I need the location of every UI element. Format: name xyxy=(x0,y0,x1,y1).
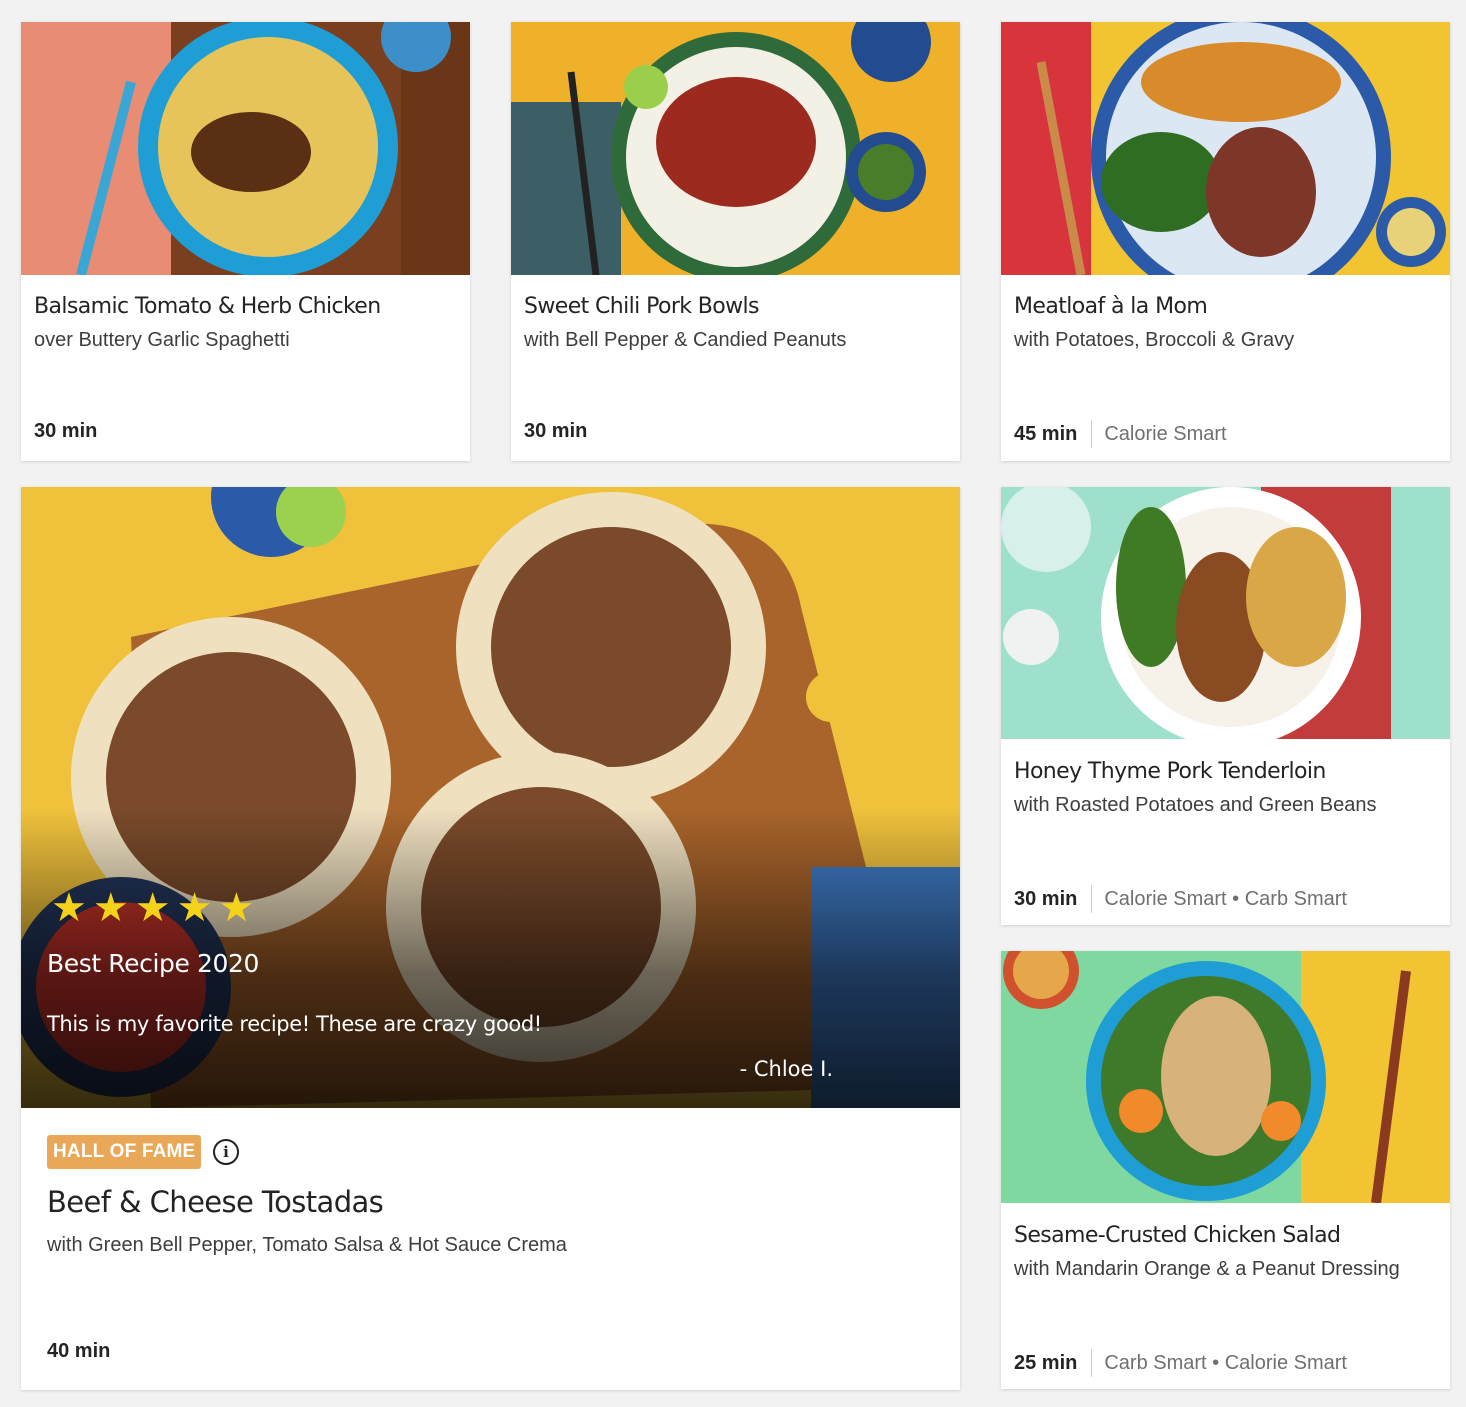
info-icon[interactable]: i xyxy=(213,1139,239,1165)
recipe-image[interactable] xyxy=(1001,22,1450,275)
diet-tags: Calorie Smart xyxy=(1104,422,1227,445)
recipe-image[interactable] xyxy=(1001,951,1450,1203)
cook-time: 25 min xyxy=(1014,1351,1078,1374)
diet-tags: Carb Smart • Calorie Smart xyxy=(1104,1351,1347,1374)
diet-tags: Calorie Smart • Carb Smart xyxy=(1104,887,1347,910)
recipe-title: Meatloaf à la Mom xyxy=(1014,294,1208,319)
recipe-meta: 30 min Calorie Smart • Carb Smart xyxy=(1014,885,1440,913)
review-author: - Chloe I. xyxy=(739,1057,833,1081)
recipe-title: Honey Thyme Pork Tenderloin xyxy=(1014,759,1326,784)
recipe-meta: 30 min xyxy=(34,420,460,443)
recipe-subtitle: with Mandarin Orange & a Peanut Dressing xyxy=(1014,1258,1400,1280)
recipe-title: Balsamic Tomato & Herb Chicken xyxy=(34,294,381,319)
recipe-card[interactable]: Sweet Chili Pork Bowls with Bell Pepper … xyxy=(511,22,960,461)
recipe-image[interactable] xyxy=(511,22,960,275)
recipe-card[interactable]: Sesame-Crusted Chicken Salad with Mandar… xyxy=(1001,951,1450,1389)
cook-time: 45 min xyxy=(1014,422,1078,445)
review-quote: This is my favorite recipe! These are cr… xyxy=(47,1012,542,1036)
recipe-subtitle: with Green Bell Pepper, Tomato Salsa & H… xyxy=(47,1234,567,1256)
cook-time: 30 min xyxy=(524,420,588,442)
star-icon: ★ xyxy=(218,885,255,931)
recipe-image[interactable] xyxy=(21,22,470,275)
featured-recipe-card[interactable]: ★ ★ ★ ★ ★ Best Recipe 2020 This is my fa… xyxy=(21,487,960,1390)
recipe-meta: 30 min xyxy=(524,420,950,443)
recipe-subtitle: with Roasted Potatoes and Green Beans xyxy=(1014,794,1377,816)
meta-divider xyxy=(1091,885,1093,913)
recipe-meta: 25 min Carb Smart • Calorie Smart xyxy=(1014,1349,1440,1377)
recipe-title: Sweet Chili Pork Bowls xyxy=(524,294,760,319)
rating-stars: ★ ★ ★ ★ ★ xyxy=(51,888,254,928)
star-icon: ★ xyxy=(176,885,213,931)
star-icon: ★ xyxy=(51,885,87,931)
recipe-subtitle: with Bell Pepper & Candied Peanuts xyxy=(524,329,847,351)
recipe-meta: 40 min xyxy=(47,1340,950,1363)
meta-divider xyxy=(1091,420,1093,448)
recipe-subtitle: over Buttery Garlic Spaghetti xyxy=(34,329,290,351)
review-title: Best Recipe 2020 xyxy=(47,949,260,978)
recipe-subtitle: with Potatoes, Broccoli & Gravy xyxy=(1014,329,1295,351)
star-icon: ★ xyxy=(92,885,129,931)
recipe-title: Beef & Cheese Tostadas xyxy=(47,1185,384,1219)
recipe-title: Sesame-Crusted Chicken Salad xyxy=(1014,1223,1341,1248)
meta-divider xyxy=(1091,1349,1093,1377)
hall-of-fame-badge: HALL OF FAME xyxy=(47,1135,202,1169)
cook-time: 40 min xyxy=(47,1340,111,1362)
recipe-card[interactable]: Meatloaf à la Mom with Potatoes, Broccol… xyxy=(1001,22,1450,461)
star-icon: ★ xyxy=(134,885,171,931)
recipe-card[interactable]: Balsamic Tomato & Herb Chicken over Butt… xyxy=(21,22,470,461)
recipe-card[interactable]: Honey Thyme Pork Tenderloin with Roasted… xyxy=(1001,487,1450,925)
recipe-image[interactable] xyxy=(1001,487,1450,739)
cook-time: 30 min xyxy=(34,420,98,442)
cook-time: 30 min xyxy=(1014,887,1078,910)
recipe-meta: 45 min Calorie Smart xyxy=(1014,420,1440,448)
